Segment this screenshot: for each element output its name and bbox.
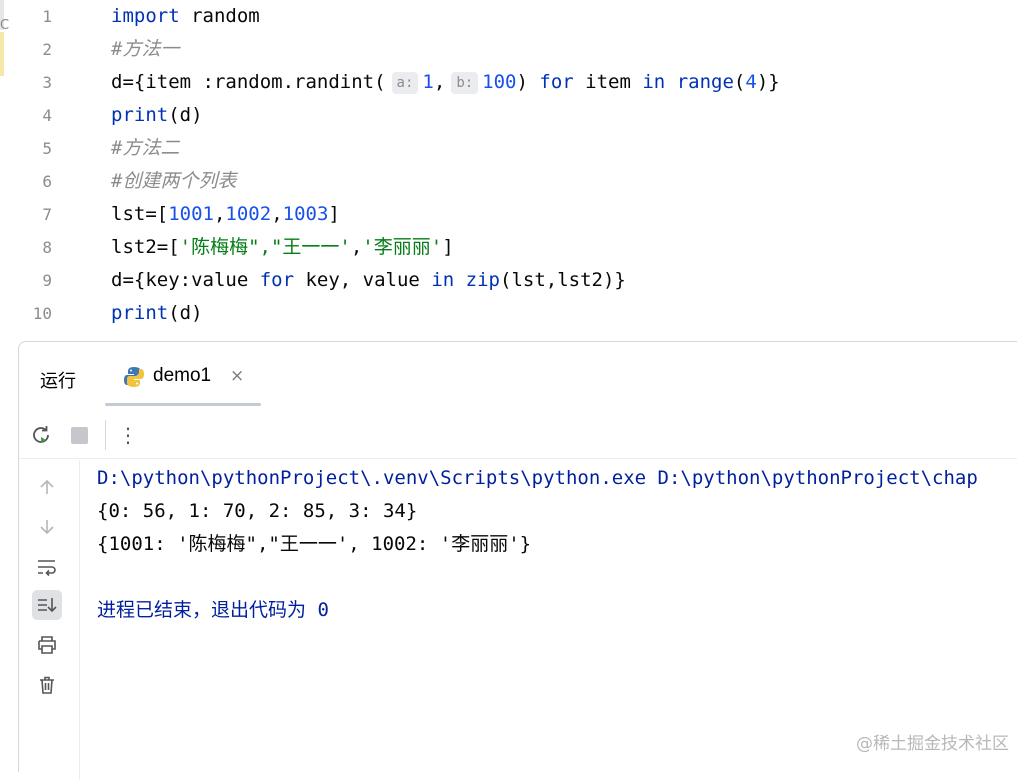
parameter-hint: a: — [391, 71, 419, 94]
print-icon[interactable] — [32, 630, 62, 660]
line-number: 3 — [42, 73, 52, 92]
code-line[interactable]: 6 #创建两个列表 — [0, 165, 1017, 198]
code-token: lst2=[ — [111, 236, 180, 258]
code-token: zip — [465, 269, 500, 291]
code-line[interactable]: 5 #方法二 — [0, 132, 1017, 165]
code-token: 1 — [422, 71, 434, 93]
code-text: print(d) — [111, 297, 203, 330]
code-token: (lst,lst2)} — [500, 269, 626, 291]
side-toolbar — [19, 460, 80, 780]
code-token: import — [111, 5, 180, 27]
python-icon — [123, 366, 145, 392]
code-token: in — [431, 269, 455, 291]
down-arrow-icon[interactable] — [32, 512, 62, 542]
code-token: 1003 — [282, 203, 329, 225]
code-text: d={item :random.randint(a: 1, b: 100) for i… — [111, 66, 780, 99]
code-token: '李丽丽' — [362, 236, 443, 258]
code-token: for — [539, 71, 574, 93]
console-line-command: D:\python\pythonProject\.venv\Scripts\py… — [97, 467, 978, 489]
code-token: ( — [733, 71, 746, 93]
code-line[interactable]: 10 print(d) — [0, 297, 1017, 330]
code-token: d={key:value — [111, 269, 260, 291]
code-line[interactable]: 3 d={item :random.randint(a: 1, b: 100) for … — [0, 66, 1017, 99]
tab-label: demo1 — [153, 365, 212, 386]
code-token: ] — [442, 236, 454, 258]
run-panel: 运行 demo1 × ⋮ D:\python\pythonProject\.ve… — [18, 341, 1017, 780]
code-token: (d) — [168, 104, 203, 126]
code-token: in — [642, 71, 666, 93]
console-line-output-1: {0: 56, 1: 70, 2: 85, 3: 34} — [97, 500, 418, 522]
code-text: #方法一 — [111, 33, 179, 66]
code-token: for — [259, 269, 295, 291]
console-line-exit: 进程已结束，退出代码为 0 — [97, 599, 329, 621]
line-number: 1 — [42, 7, 52, 26]
code-token: #方法一 — [111, 38, 180, 60]
code-token: print — [111, 104, 169, 126]
run-panel-title: 运行 — [40, 371, 76, 392]
code-token: ) — [516, 71, 540, 93]
code-text: #创建两个列表 — [111, 165, 236, 198]
code-text: d={key:value for key, value in zip(lst,l… — [111, 264, 626, 297]
code-text: lst2=['陈梅梅","王一一','李丽丽'] — [111, 231, 454, 264]
stop-icon[interactable] — [66, 422, 92, 448]
toolbar-separator — [105, 420, 106, 450]
code-token: 4 — [745, 71, 757, 93]
line-number: 2 — [42, 40, 52, 59]
code-text: print(d) — [111, 99, 203, 132]
code-token: , — [213, 203, 226, 225]
code-token: key, value — [294, 269, 432, 291]
close-tab-icon[interactable]: × — [230, 366, 244, 386]
code-token: 1002 — [225, 203, 272, 225]
code-line[interactable]: 7 lst=[1001,1002,1003] — [0, 198, 1017, 231]
tab-demo1[interactable]: demo1 × — [105, 342, 261, 408]
code-token: random — [179, 5, 260, 27]
code-editor[interactable]: C 1 import random 2 #方法一 3 d={item :random.ra… — [0, 0, 1017, 342]
code-token: lst=[ — [111, 203, 169, 225]
code-token: 1001 — [168, 203, 214, 225]
code-token: 100 — [482, 71, 517, 93]
code-text: lst=[1001,1002,1003] — [111, 198, 340, 231]
console-line-output-2: {1001: '陈梅梅","王一一', 1002: '李丽丽'} — [97, 533, 532, 555]
code-token: print — [111, 302, 169, 324]
code-line[interactable]: 4 print(d) — [0, 99, 1017, 132]
tab-active-underline — [105, 403, 261, 406]
line-number: 10 — [32, 304, 52, 323]
parameter-hint: b: — [451, 71, 479, 94]
code-token: #方法二 — [111, 137, 180, 159]
line-number: 7 — [42, 205, 52, 224]
code-line[interactable]: 8 lst2=['陈梅梅","王一一','李丽丽'] — [0, 231, 1017, 264]
soft-wrap-icon[interactable] — [32, 552, 62, 582]
code-token: (d) — [168, 302, 203, 324]
line-number: 6 — [42, 172, 52, 191]
code-token: '陈梅梅","王一一' — [179, 236, 351, 258]
code-token: item — [573, 71, 643, 93]
scroll-to-end-icon[interactable] — [32, 590, 62, 620]
code-text: #方法二 — [111, 132, 179, 165]
code-token: ] — [328, 203, 340, 225]
line-number: 9 — [42, 271, 52, 290]
run-toolbar: ⋮ — [19, 412, 1017, 459]
code-text: import random — [111, 0, 260, 33]
line-number: 4 — [42, 106, 52, 125]
line-number: 8 — [42, 238, 52, 257]
code-token: , — [350, 236, 363, 258]
code-token: , — [271, 203, 283, 225]
code-token: )} — [756, 71, 780, 93]
rerun-icon[interactable] — [28, 422, 54, 448]
code-token: #创建两个列表 — [111, 170, 237, 192]
code-token: range — [676, 71, 734, 93]
code-line[interactable]: 9 d={key:value for key, value in zip(lst,… — [0, 264, 1017, 297]
watermark: @稀土掘金技术社区 — [856, 734, 1009, 754]
line-number: 5 — [42, 139, 52, 158]
up-arrow-icon[interactable] — [32, 472, 62, 502]
code-line[interactable]: 1 import random — [0, 0, 1017, 33]
code-token: d={item :random.randint( — [111, 71, 386, 93]
trash-icon[interactable] — [32, 670, 62, 700]
code-token: , — [433, 71, 446, 93]
code-line[interactable]: 2 #方法一 — [0, 33, 1017, 66]
more-options-icon[interactable]: ⋮ — [115, 422, 141, 448]
